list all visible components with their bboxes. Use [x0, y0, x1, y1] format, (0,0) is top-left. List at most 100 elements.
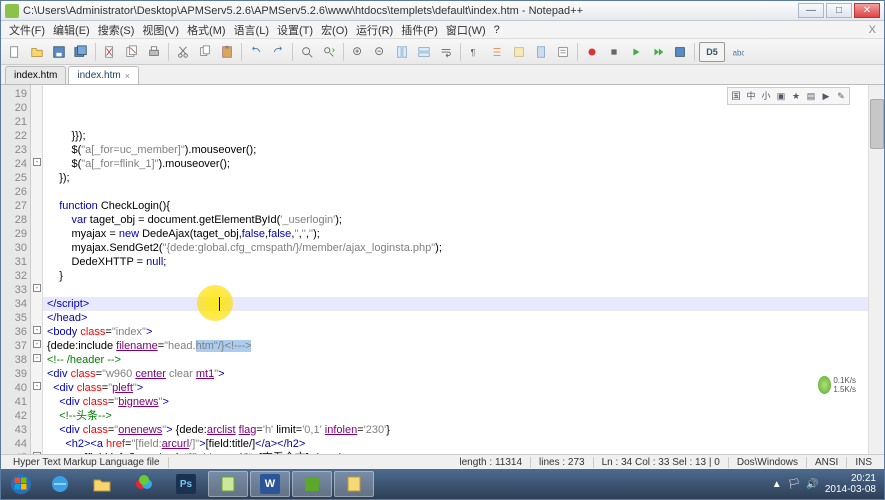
new-file-button[interactable] — [5, 42, 25, 62]
status-filetype: Hyper Text Markup Language file — [5, 457, 169, 468]
status-length: length : 11314 — [451, 457, 531, 468]
menu-window[interactable]: 窗口(W) — [442, 20, 490, 40]
status-lines: lines : 273 — [531, 457, 594, 468]
zoom-out-button[interactable] — [370, 42, 390, 62]
svg-text:abc: abc — [733, 48, 744, 57]
mini-btn-6[interactable]: ▤ — [804, 89, 818, 103]
mini-btn-2[interactable]: 中 — [744, 89, 758, 103]
tab-close-icon[interactable]: × — [125, 71, 130, 81]
net-down: 1.5K/s — [833, 385, 856, 394]
mini-btn-1[interactable]: 国 — [729, 89, 743, 103]
close-all-button[interactable] — [122, 42, 142, 62]
sync-h-button[interactable] — [414, 42, 434, 62]
tray-action-center-icon[interactable]: 🏳 — [788, 479, 801, 490]
mdi-close-button[interactable]: X — [865, 24, 880, 36]
doc-mini-toolbar: 国 中 小 ▣ ★ ▤ ▶ ✎ — [727, 87, 850, 105]
tray-sound-icon[interactable]: 🔊 — [806, 479, 818, 490]
system-tray[interactable]: ▲ 🏳 🔊 20:21 2014-03-08 — [772, 473, 882, 495]
paste-button[interactable] — [217, 42, 237, 62]
indent-guide-button[interactable] — [487, 42, 507, 62]
mini-btn-8[interactable]: ✎ — [834, 89, 848, 103]
close-file-button[interactable] — [100, 42, 120, 62]
net-up: 0.1K/s — [833, 376, 856, 385]
menu-edit[interactable]: 编辑(E) — [49, 20, 94, 40]
tab-index-htm-2[interactable]: index.htm × — [68, 66, 139, 84]
status-insert-mode: INS — [847, 457, 880, 468]
status-eol: Dos\Windows — [729, 457, 807, 468]
mini-btn-5[interactable]: ★ — [789, 89, 803, 103]
status-encoding: ANSI — [807, 457, 847, 468]
titlebar: C:\Users\Administrator\Desktop\APMServ5.… — [1, 1, 884, 21]
menubar: 文件(F) 编辑(E) 搜索(S) 视图(V) 格式(M) 语言(L) 设置(T… — [1, 21, 884, 39]
net-orb-icon — [818, 376, 831, 394]
app-icon — [5, 4, 19, 18]
taskbar-app-2[interactable] — [292, 471, 332, 497]
stop-macro-button[interactable] — [604, 42, 624, 62]
maximize-button[interactable]: □ — [826, 3, 852, 18]
cut-button[interactable] — [173, 42, 193, 62]
wrap-button[interactable] — [436, 42, 456, 62]
taskbar-ie[interactable] — [40, 471, 80, 497]
replace-button[interactable] — [319, 42, 339, 62]
menu-settings[interactable]: 设置(T) — [273, 20, 317, 40]
doc-map-button[interactable] — [531, 42, 551, 62]
mini-btn-3[interactable]: 小 — [759, 89, 773, 103]
compare-button[interactable]: D5 — [699, 42, 725, 62]
mini-btn-4[interactable]: ▣ — [774, 89, 788, 103]
tabs-bar: index.htm index.htm × — [1, 65, 884, 85]
taskbar-app-1[interactable] — [124, 471, 164, 497]
vertical-scrollbar[interactable] — [868, 85, 884, 454]
play-macro-button[interactable] — [626, 42, 646, 62]
copy-button[interactable] — [195, 42, 215, 62]
save-all-button[interactable] — [71, 42, 91, 62]
tray-flag-icon[interactable]: ▲ — [772, 479, 782, 490]
scrollbar-thumb[interactable] — [870, 99, 884, 149]
menu-file[interactable]: 文件(F) — [5, 20, 49, 40]
tab-label: index.htm — [14, 70, 57, 81]
svg-text:¶: ¶ — [471, 47, 476, 57]
mini-btn-7[interactable]: ▶ — [819, 89, 833, 103]
editor-area: 1920212223242526272829303132333435363738… — [1, 85, 884, 454]
record-macro-button[interactable] — [582, 42, 602, 62]
close-button[interactable]: ✕ — [854, 3, 880, 18]
menu-format[interactable]: 格式(M) — [183, 20, 230, 40]
undo-button[interactable] — [246, 42, 266, 62]
status-position: Ln : 34 Col : 33 Sel : 13 | 0 — [594, 457, 729, 468]
save-button[interactable] — [49, 42, 69, 62]
menu-plugins[interactable]: 插件(P) — [397, 20, 442, 40]
minimize-button[interactable]: — — [798, 3, 824, 18]
open-file-button[interactable] — [27, 42, 47, 62]
taskbar-notepadpp[interactable] — [208, 471, 248, 497]
tab-index-htm-1[interactable]: index.htm — [5, 66, 66, 84]
taskbar-word[interactable]: W — [250, 471, 290, 497]
taskbar-explorer[interactable] — [82, 471, 122, 497]
sync-v-button[interactable] — [392, 42, 412, 62]
save-macro-button[interactable] — [670, 42, 690, 62]
print-button[interactable] — [144, 42, 164, 62]
fold-gutter[interactable]: -------- — [31, 85, 43, 454]
taskbar-app-3[interactable] — [334, 471, 374, 497]
code-area[interactable]: 国 中 小 ▣ ★ ▤ ▶ ✎ }}); $("a[_for=uc_member… — [43, 85, 868, 454]
menu-macro[interactable]: 宏(O) — [317, 20, 352, 40]
toolbar: ¶ D5 abc — [1, 39, 884, 65]
func-list-button[interactable] — [553, 42, 573, 62]
tab-label: index.htm — [77, 70, 120, 81]
menu-run[interactable]: 运行(R) — [352, 20, 397, 40]
find-button[interactable] — [297, 42, 317, 62]
zoom-in-button[interactable] — [348, 42, 368, 62]
tray-date: 2014-03-08 — [825, 484, 876, 495]
menu-language[interactable]: 语言(L) — [230, 20, 273, 40]
spell-button[interactable]: abc — [727, 42, 747, 62]
taskbar: Ps W ▲ 🏳 🔊 20:21 2014-03-08 — [1, 469, 884, 499]
menu-view[interactable]: 视图(V) — [138, 20, 183, 40]
show-all-chars-button[interactable]: ¶ — [465, 42, 485, 62]
start-button[interactable] — [3, 470, 39, 498]
play-multi-button[interactable] — [648, 42, 668, 62]
redo-button[interactable] — [268, 42, 288, 62]
menu-help[interactable]: ? — [490, 22, 504, 38]
taskbar-photoshop[interactable]: Ps — [166, 471, 206, 497]
user-lang-button[interactable] — [509, 42, 529, 62]
tray-clock[interactable]: 20:21 2014-03-08 — [825, 473, 876, 495]
network-speed-widget[interactable]: 0.1K/s 1.5K/s — [816, 371, 856, 399]
menu-search[interactable]: 搜索(S) — [94, 20, 139, 40]
